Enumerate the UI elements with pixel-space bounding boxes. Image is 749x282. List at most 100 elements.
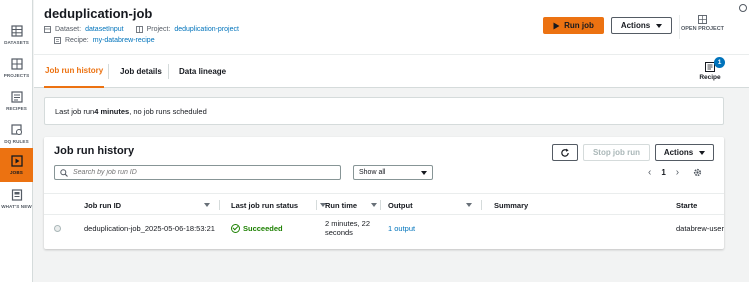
nav-label: DATASETS [4,40,29,45]
row-select[interactable] [54,215,61,241]
dataset-icon [44,26,51,33]
tab-bar: Job run history Job details Data lineage… [34,54,749,88]
job-header: deduplication-job Dataset: datasetInput … [34,0,749,54]
project-icon [135,26,143,33]
dataset-label: Dataset: [55,26,82,33]
column-label: Last job run status [231,200,299,210]
column-divider [316,200,317,210]
status-text: Succeeded [243,223,283,233]
radio-button[interactable] [54,224,61,232]
prev-page-icon[interactable]: ‹ [648,167,651,178]
cell-status: Succeeded [231,215,283,241]
gear-icon[interactable] [693,168,702,177]
panel-title: Job run history [54,145,135,157]
column-label: Starte [676,200,698,210]
status-prefix: Last job run [55,106,95,116]
cell-run-time: 2 minutes, 22 seconds [325,219,371,237]
nav-item-projects[interactable]: PROJECTS [0,51,33,85]
tab-job-run-history[interactable]: Job run history [44,55,105,88]
output-link[interactable]: 1 output [388,215,415,241]
nav-item-recipes[interactable]: RECIPES [0,84,33,118]
grid-icon [698,15,707,24]
tab-job-details[interactable]: Job details [120,55,162,88]
status-suffix: , no job runs scheduled [129,106,207,116]
grid-icon [10,58,23,70]
nav-item-jobs[interactable]: JOBS [0,148,33,182]
caret-down-icon [699,150,706,155]
dataset-link[interactable]: datasetInput [85,26,124,33]
cell-job-run-id: deduplication-job_2025-05-06-18:53:21 [84,223,215,233]
recipe-icon [54,37,61,44]
recipe-panel-label: Recipe [699,74,721,81]
column-label: Job run ID [84,200,122,210]
caret-down-icon [656,23,663,28]
news-icon [11,189,22,201]
nav-label: PROJECTS [3,73,30,78]
panel-actions-button[interactable]: Actions [655,144,714,161]
recipe-meta-line: Recipe: my-databrew-recipe [54,37,155,44]
tab-data-lineage[interactable]: Data lineage [179,55,226,88]
play-icon [553,22,560,29]
column-header-run-time[interactable]: Run time [325,194,377,216]
column-header-job-run-id[interactable]: Job run ID [84,194,210,216]
column-label: Run time [325,200,358,210]
last-run-status: Last job run 4 minutes, no job runs sche… [44,97,724,125]
nav-item-datasets[interactable]: DATASETS [0,18,33,52]
job-run-search[interactable] [54,165,341,180]
sort-icon [204,203,210,207]
list-icon [10,91,23,103]
recipe-panel-toggle[interactable]: Recipe 1 [694,55,726,88]
project-label: Project: [146,26,171,33]
tab-separator [168,64,169,79]
job-run-history-panel: Job run history Stop job run Actions Sho… [44,137,724,249]
column-header-summary[interactable]: Summary [494,194,528,216]
recipe-count-badge: 1 [714,57,725,68]
column-header-output[interactable]: Output [388,194,472,216]
table-row[interactable]: deduplication-job_2025-05-06-18:53:21 Su… [44,215,724,241]
left-nav-rail: DATASETS PROJECTS RECIPES DQ RULES JOBS … [0,0,33,282]
recipe-label: Recipe: [65,37,89,44]
current-page[interactable]: 1 [661,168,665,177]
column-label: Output [388,200,413,210]
sort-icon [371,203,377,207]
nav-label: DQ RULES [4,139,29,144]
header-actions-button[interactable]: Actions [611,17,672,34]
status-elapsed: 4 minutes [94,106,130,116]
sort-icon [466,203,472,207]
column-divider [219,200,220,210]
nav-label: RECIPES [6,106,27,111]
column-header-started-by[interactable]: Starte [676,194,697,216]
shield-check-icon [10,124,22,135]
search-icon [60,168,68,177]
open-project-button[interactable]: OPEN PROJECT [679,15,725,39]
nav-item-whats-new[interactable]: WHAT'S NEW [0,182,33,216]
refresh-icon [561,148,569,157]
table-icon [10,25,23,37]
run-job-button[interactable]: Run job [543,17,604,34]
stop-job-run-button[interactable]: Stop job run [583,144,650,161]
next-page-icon[interactable]: › [676,167,679,178]
nav-item-dq-rules[interactable]: DQ RULES [0,117,33,151]
recipe-link[interactable]: my-databrew-recipe [93,37,155,44]
column-divider [481,200,482,210]
column-divider [380,200,381,210]
caret-down-icon [421,170,427,175]
page-title: deduplication-job [44,6,153,21]
project-link[interactable]: deduplication-project [174,26,239,33]
refresh-button[interactable] [552,144,578,161]
search-input[interactable] [73,169,333,176]
nav-label: JOBS [10,170,23,175]
check-circle-icon [231,223,240,233]
column-label: Summary [494,200,529,210]
run-job-label: Run job [564,21,594,30]
column-header-status[interactable]: Last job run status [231,194,326,216]
job-meta-line: Dataset: datasetInput Project: deduplica… [44,26,239,33]
tab-separator [108,64,109,79]
pagination: ‹ 1 › [648,167,702,178]
status-filter-select[interactable]: Show all [353,165,433,180]
app-root: DATASETS PROJECTS RECIPES DQ RULES JOBS … [0,0,749,282]
table-header: Job run ID Last job run status Run time … [44,193,724,215]
settings-icon[interactable] [739,4,747,12]
play-icon [10,155,23,167]
open-project-label: OPEN PROJECT [680,26,725,32]
